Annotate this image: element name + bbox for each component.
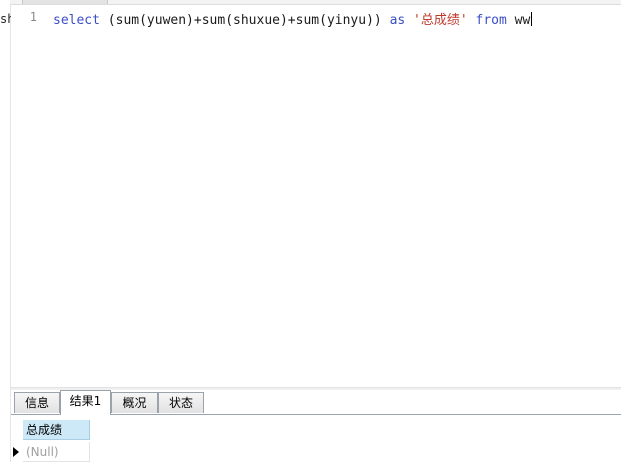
keyword-as: as (389, 13, 406, 28)
grid-cell[interactable]: (Null) (23, 442, 90, 462)
tab-status[interactable]: 状态 (158, 392, 204, 413)
sql-editor[interactable]: 1 select (sum(yuwen)+sum(shuxue)+sum(yin… (11, 5, 621, 387)
tab-result-1[interactable]: 结果1 (60, 390, 111, 415)
tab-profile[interactable]: 概况 (111, 392, 158, 413)
keyword-select: select (53, 13, 100, 28)
line-number-gutter: 1 (11, 5, 39, 387)
row-indicator-column (11, 415, 22, 462)
left-panel-edge: sh (0, 0, 14, 462)
line-number: 1 (29, 10, 37, 24)
code-expression: (sum(yuwen)+sum(shuxue)+sum(yinyu)) (99, 13, 390, 28)
editor-tab[interactable] (22, 0, 108, 4)
tab-info[interactable]: 信息 (14, 392, 60, 413)
code-line[interactable]: select (sum(yuwen)+sum(shuxue)+sum(yinyu… (53, 9, 533, 28)
keyword-from: from (475, 13, 507, 28)
code-table-name: ww (506, 13, 531, 28)
current-row-arrow-icon (13, 447, 19, 457)
result-grid[interactable]: 总成绩 (Null) (11, 415, 621, 462)
result-tab-bar: 信息 结果1 概况 状态 (11, 390, 621, 415)
string-alias: '总成绩' (413, 13, 468, 28)
text-caret (531, 12, 533, 26)
column-header[interactable]: 总成绩 (23, 420, 90, 440)
